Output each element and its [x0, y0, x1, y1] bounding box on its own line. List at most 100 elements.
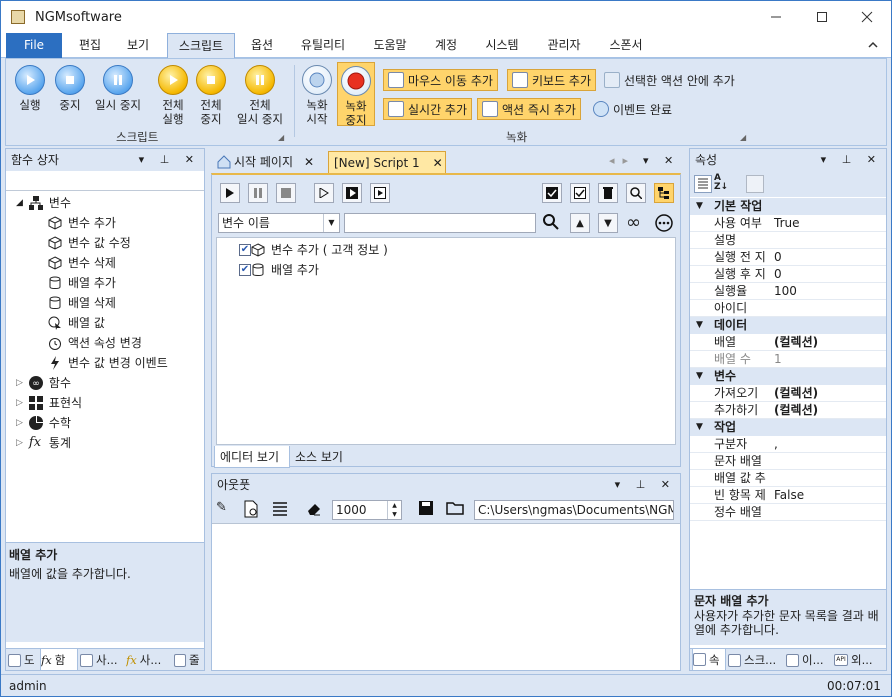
run-selected-button[interactable]	[314, 183, 334, 203]
record-start-button[interactable]: 녹화 시작	[300, 65, 334, 126]
tab-user-functions[interactable]: fx 사...	[126, 649, 172, 671]
property-value[interactable]: False	[774, 487, 804, 504]
property-row[interactable]: 실행율 100	[690, 283, 886, 300]
property-value[interactable]: (컬렉션)	[774, 402, 818, 419]
tab-functions[interactable]: fx 함	[40, 649, 78, 671]
play-script-button[interactable]	[220, 183, 240, 203]
panel-header-buttons[interactable]: ▾ ⊥ ✕	[615, 474, 676, 496]
categorized-view-button[interactable]	[694, 175, 712, 193]
checkbox-checked-icon[interactable]: ✔	[239, 264, 251, 276]
menu-sponsor[interactable]: 스폰서	[599, 33, 653, 58]
property-value[interactable]: 0	[774, 249, 782, 266]
property-row[interactable]: 배열 (컬렉션)	[690, 334, 886, 351]
delete-action-button[interactable]	[598, 183, 618, 203]
search-field-select[interactable]: 변수 이름 ▼	[218, 213, 340, 233]
tab-menu-buttons[interactable]: ▾ ✕	[643, 154, 679, 167]
property-value[interactable]: (컬렉션)	[774, 334, 818, 351]
tab-source-view[interactable]: 소스 보기	[292, 446, 352, 468]
tree-item-action-property-change[interactable]: 액션 속성 변경	[48, 333, 142, 353]
action-item[interactable]: ✔ 변수 추가 ( 고객 정보 )	[239, 240, 388, 260]
run-from-here-button[interactable]	[342, 183, 362, 203]
tree-item-array-delete[interactable]: 배열 삭제	[48, 293, 116, 313]
tab-editor-view[interactable]: 에디터 보기	[214, 446, 290, 468]
action-instant-add-button[interactable]: 액션 즉시 추가	[477, 98, 581, 120]
tab-notes[interactable]: 줄	[174, 649, 204, 671]
menu-view[interactable]: 보기	[117, 33, 159, 58]
dialog-launcher-icon[interactable]: ◢	[740, 133, 746, 142]
open-folder-button[interactable]	[446, 500, 466, 520]
search-next-button[interactable]: ▼	[598, 213, 618, 233]
keyboard-add-button[interactable]: 키보드 추가	[507, 69, 597, 91]
property-pages-button[interactable]	[746, 175, 764, 193]
menu-script[interactable]: 스크립트	[167, 33, 235, 59]
close-button[interactable]	[844, 1, 890, 33]
sort-az-button[interactable]: A Z↓	[714, 174, 732, 194]
property-value[interactable]: ,	[774, 436, 778, 453]
tree-node-functions[interactable]: ▷ ∞ 함수	[16, 373, 71, 393]
property-row[interactable]: 사용 여부 True	[690, 215, 886, 232]
property-row[interactable]: 가져오기 (컬렉션)	[690, 385, 886, 402]
tree-item-array-add[interactable]: 배열 추가	[48, 273, 116, 293]
property-value[interactable]: (컬렉션)	[774, 385, 818, 402]
tree-view-button[interactable]	[654, 183, 674, 203]
property-row[interactable]: 추가하기 (컬렉션)	[690, 402, 886, 419]
tree-item-variable-add[interactable]: 변수 추가	[48, 213, 116, 233]
more-options-button[interactable]	[654, 213, 674, 233]
clear-output-button[interactable]: ✎	[216, 500, 236, 520]
pause-script-button[interactable]	[248, 183, 268, 203]
stepper-arrows-icon[interactable]: ▲ ▼	[387, 501, 401, 519]
property-row[interactable]: 문자 배열	[690, 453, 886, 470]
tab-script-1[interactable]: [New] Script 1 ✕	[328, 151, 446, 173]
check-selected-button[interactable]	[570, 183, 590, 203]
tree-item-variable-change-event[interactable]: 변수 값 변경 이벤트	[48, 353, 168, 373]
property-category[interactable]: ▼ 변수	[690, 368, 886, 385]
search-button[interactable]	[542, 213, 562, 233]
tree-item-array-value[interactable]: 배열 값	[48, 313, 105, 333]
minimize-button[interactable]	[753, 1, 799, 33]
pause-all-button[interactable]: 전체 일시 중지	[232, 65, 288, 126]
property-value[interactable]: 1	[774, 351, 782, 368]
menu-utility[interactable]: 유틸리티	[291, 33, 355, 58]
check-all-button[interactable]	[542, 183, 562, 203]
search-prev-button[interactable]: ▲	[570, 213, 590, 233]
maximize-button[interactable]	[799, 1, 845, 33]
run-to-here-button[interactable]	[370, 183, 390, 203]
menu-help[interactable]: 도움말	[363, 33, 417, 58]
property-row[interactable]: 실행 후 지 0	[690, 266, 886, 283]
add-inside-action-button[interactable]: 선택한 액션 안에 추가	[600, 69, 739, 91]
infinity-icon[interactable]: ∞	[626, 213, 646, 233]
search-input[interactable]	[344, 213, 536, 233]
stop-script-button[interactable]	[276, 183, 296, 203]
property-value[interactable]: 100	[774, 283, 797, 300]
menu-admin[interactable]: 관리자	[537, 33, 591, 58]
function-search-input[interactable]	[6, 171, 204, 191]
realtime-add-button[interactable]: 실시간 추가	[383, 98, 473, 120]
action-item[interactable]: ✔ 배열 추가	[239, 260, 319, 280]
property-category[interactable]: ▼ 데이터	[690, 317, 886, 334]
panel-header-buttons[interactable]: ▾ ⊥ ✕	[821, 149, 882, 171]
tab-script-list[interactable]: 스크...	[728, 649, 782, 671]
menu-options[interactable]: 옵션	[241, 33, 283, 58]
tree-item-variable-delete[interactable]: 변수 삭제	[48, 253, 116, 273]
panel-header-buttons[interactable]: ▾ ⊥ ✕	[139, 149, 200, 171]
search-actions-button[interactable]	[626, 183, 646, 203]
tab-user[interactable]: 사...	[80, 649, 124, 671]
tab-images[interactable]: 이...	[786, 649, 830, 671]
menu-account[interactable]: 계정	[425, 33, 467, 58]
property-row[interactable]: 설명	[690, 232, 886, 249]
property-row[interactable]: 정수 배열	[690, 504, 886, 521]
tab-properties[interactable]: 속	[692, 649, 726, 671]
property-value[interactable]: 0	[774, 266, 782, 283]
property-row[interactable]: 실행 전 지 0	[690, 249, 886, 266]
menu-edit[interactable]: 편집	[69, 33, 111, 58]
dialog-launcher-icon[interactable]: ◢	[278, 133, 284, 142]
tree-node-statistics[interactable]: ▷ fx 통계	[16, 433, 71, 453]
run-all-button[interactable]: 전체 실행	[156, 65, 190, 126]
property-category[interactable]: ▼ 작업	[690, 419, 886, 436]
tab-scroll-buttons[interactable]: ◂▸	[609, 154, 636, 167]
property-value[interactable]: True	[774, 215, 800, 232]
mouse-move-add-button[interactable]: 마우스 이동 추가	[383, 69, 498, 91]
tree-node-math[interactable]: ▷ 수학	[16, 413, 71, 433]
wrap-button[interactable]	[272, 500, 292, 520]
tab-start-page[interactable]: 시작 페이지 ✕	[213, 151, 325, 173]
